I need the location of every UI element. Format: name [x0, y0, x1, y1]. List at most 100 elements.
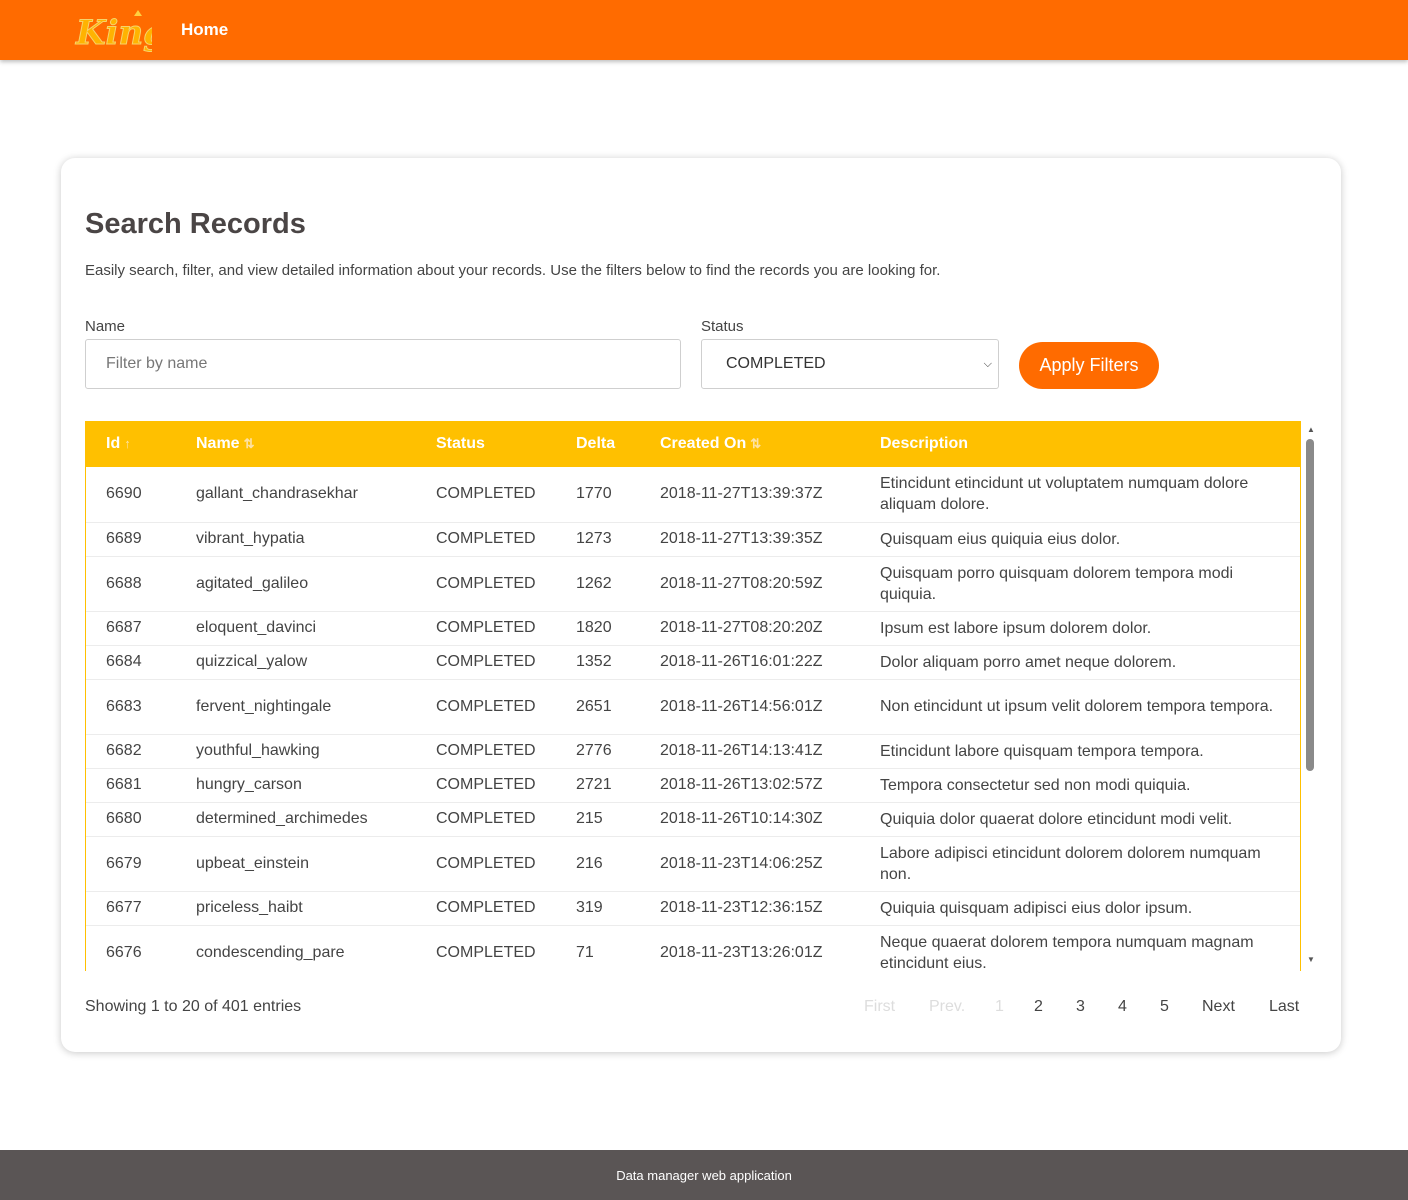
- cell-name: agitated_galileo: [176, 556, 416, 612]
- apply-filters-button[interactable]: Apply Filters: [1019, 342, 1159, 389]
- records-table: Id ↑ Name ⇅ Status Delta Created On ⇅ Descr…: [86, 421, 1300, 971]
- chevron-down-icon: ⌵: [983, 358, 992, 370]
- cell-created-on: 2018-11-27T08:20:20Z: [640, 611, 860, 646]
- cell-delta: 1262: [556, 556, 640, 612]
- cell-name: vibrant_hypatia: [176, 522, 416, 557]
- cell-id: 6688: [86, 556, 176, 612]
- cell-status: COMPLETED: [416, 734, 556, 769]
- cell-description: Etincidunt etincidunt ut voluptatem numq…: [860, 467, 1300, 523]
- column-label: Name: [196, 435, 240, 452]
- cell-description: Ipsum est labore ipsum dolorem dolor.: [860, 611, 1300, 646]
- cell-created-on: 2018-11-26T14:56:01Z: [640, 679, 860, 735]
- cell-created-on: 2018-11-26T14:13:41Z: [640, 734, 860, 769]
- table-row[interactable]: 6682 youthful_hawking COMPLETED 2776 2018-11…: [86, 734, 1300, 769]
- cell-id: 6689: [86, 522, 176, 557]
- cell-id: 6681: [86, 768, 176, 803]
- table-row[interactable]: 6677 priceless_haibt COMPLETED 319 2018-11-2…: [86, 891, 1300, 926]
- king-logo[interactable]: King: [74, 8, 152, 54]
- entries-info: Showing 1 to 20 of 401 entries: [85, 998, 302, 1015]
- pagination-page-3[interactable]: 3: [1076, 998, 1085, 1016]
- table-row[interactable]: 6689 vibrant_hypatia COMPLETED 1273 2018-11-…: [86, 522, 1300, 557]
- column-header-created-on[interactable]: Created On ⇅: [640, 421, 860, 467]
- cell-description: Tempora consectetur sed non modi quiquia…: [860, 768, 1300, 803]
- cell-id: 6690: [86, 467, 176, 523]
- cell-created-on: 2018-11-26T13:02:57Z: [640, 768, 860, 803]
- cell-description: Quisquam eius quiquia eius dolor.: [860, 522, 1300, 557]
- table-row[interactable]: 6684 quizzical_yalow COMPLETED 1352 2018-11-…: [86, 645, 1300, 680]
- logo-text: King: [75, 13, 152, 53]
- cell-status: COMPLETED: [416, 645, 556, 680]
- cell-name: determined_archimedes: [176, 802, 416, 837]
- cell-status: COMPLETED: [416, 768, 556, 803]
- pagination-page-2[interactable]: 2: [1034, 998, 1043, 1016]
- page-title: Search Records: [85, 208, 306, 240]
- table-row[interactable]: 6680 determined_archimedes COMPLETED 215 201…: [86, 802, 1300, 837]
- status-filter-select[interactable]: COMPLETED ⌵: [701, 339, 999, 389]
- search-records-card: Search Records Easily search, filter, an…: [61, 158, 1341, 1052]
- cell-delta: 1352: [556, 645, 640, 680]
- column-header-description: Description: [860, 421, 1300, 467]
- column-header-id[interactable]: Id ↑: [86, 421, 176, 467]
- cell-status: COMPLETED: [416, 522, 556, 557]
- top-navbar: King Home: [0, 0, 1408, 60]
- cell-status: COMPLETED: [416, 925, 556, 971]
- column-label: Delta: [576, 435, 616, 452]
- column-header-name[interactable]: Name ⇅: [176, 421, 416, 467]
- name-filter-input[interactable]: [85, 339, 681, 389]
- cell-description: Quisquam porro quisquam dolorem tempora …: [860, 556, 1300, 612]
- pagination-last[interactable]: Last: [1269, 998, 1299, 1016]
- cell-delta: 1820: [556, 611, 640, 646]
- table-row[interactable]: 6690 gallant_chandrasekhar COMPLETED 1770 20…: [86, 467, 1300, 523]
- column-label: Status: [436, 435, 485, 452]
- table-row[interactable]: 6679 upbeat_einstein COMPLETED 216 2018-11-2…: [86, 836, 1300, 892]
- cell-status: COMPLETED: [416, 891, 556, 926]
- cell-created-on: 2018-11-26T16:01:22Z: [640, 645, 860, 680]
- cell-delta: 215: [556, 802, 640, 837]
- cell-name: condescending_pare: [176, 925, 416, 971]
- cell-status: COMPLETED: [416, 556, 556, 612]
- cell-id: 6677: [86, 891, 176, 926]
- column-label: Created On: [660, 435, 747, 452]
- table-row[interactable]: 6683 fervent_nightingale COMPLETED 2651 2018…: [86, 679, 1300, 735]
- cell-status: COMPLETED: [416, 467, 556, 523]
- table-scrollbar[interactable]: ▲ ▼: [1304, 421, 1318, 971]
- cell-created-on: 2018-11-23T14:06:25Z: [640, 836, 860, 892]
- cell-id: 6683: [86, 679, 176, 735]
- column-header-delta: Delta: [556, 421, 640, 467]
- cell-delta: 1770: [556, 467, 640, 523]
- pagination-page-1[interactable]: 1: [995, 998, 1004, 1016]
- cell-status: COMPLETED: [416, 679, 556, 735]
- pagination-page-4[interactable]: 4: [1118, 998, 1127, 1016]
- cell-delta: 2651: [556, 679, 640, 735]
- scroll-down-icon[interactable]: ▼: [1307, 955, 1315, 964]
- cell-status: COMPLETED: [416, 802, 556, 837]
- cell-created-on: 2018-11-27T13:39:35Z: [640, 522, 860, 557]
- pagination-first[interactable]: First: [864, 998, 895, 1016]
- cell-delta: 2776: [556, 734, 640, 769]
- column-header-status: Status: [416, 421, 556, 467]
- table-row[interactable]: 6687 eloquent_davinci COMPLETED 1820 2018-11…: [86, 611, 1300, 646]
- column-label: Description: [880, 435, 969, 452]
- sort-asc-icon: ↑: [124, 436, 131, 451]
- table-row[interactable]: 6676 condescending_pare COMPLETED 71 2018-11…: [86, 925, 1300, 971]
- table-header-row: Id ↑ Name ⇅ Status Delta Created On ⇅ Descr…: [86, 421, 1300, 467]
- sort-both-icon: ⇅: [243, 436, 255, 451]
- table-row[interactable]: 6681 hungry_carson COMPLETED 2721 2018-11-26…: [86, 768, 1300, 803]
- cell-created-on: 2018-11-23T12:36:15Z: [640, 891, 860, 926]
- scrollbar-thumb[interactable]: [1306, 439, 1314, 771]
- table-body: 6690 gallant_chandrasekhar COMPLETED 1770 20…: [86, 467, 1300, 971]
- scroll-up-icon[interactable]: ▲: [1307, 425, 1315, 434]
- sort-both-icon: ⇅: [750, 436, 762, 451]
- cell-name: gallant_chandrasekhar: [176, 467, 416, 523]
- cell-name: youthful_hawking: [176, 734, 416, 769]
- records-table-container: Id ↑ Name ⇅ Status Delta Created On ⇅ Descr…: [85, 421, 1301, 971]
- cell-id: 6676: [86, 925, 176, 971]
- pagination-next[interactable]: Next: [1202, 998, 1235, 1016]
- pagination-page-5[interactable]: 5: [1160, 998, 1169, 1016]
- cell-description: Neque quaerat dolorem tempora numquam ma…: [860, 925, 1300, 971]
- table-row[interactable]: 6688 agitated_galileo COMPLETED 1262 2018-11…: [86, 556, 1300, 612]
- pagination-prev[interactable]: Prev.: [929, 998, 965, 1016]
- page-description: Easily search, filter, and view detailed…: [85, 262, 941, 279]
- cell-description: Quiquia quisquam adipisci eius dolor ips…: [860, 891, 1300, 926]
- nav-home-link[interactable]: Home: [181, 20, 228, 40]
